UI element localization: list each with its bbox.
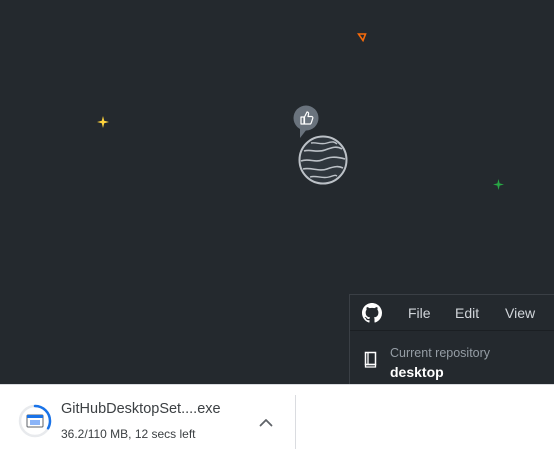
menu-file[interactable]: File <box>408 295 431 330</box>
github-desktop-window: File Edit View Current repository deskto… <box>349 294 554 384</box>
github-octocat-icon[interactable] <box>362 303 382 323</box>
current-repository-label: Current repository <box>390 346 491 360</box>
download-options-button[interactable] <box>254 411 278 433</box>
repository-icon <box>364 351 377 368</box>
current-repository-button[interactable]: Current repository desktop <box>350 331 554 384</box>
chevron-up-icon <box>259 418 273 426</box>
download-shelf: GitHubDesktopSet....exe 36.2/110 MB, 12 … <box>0 384 554 454</box>
planet-icon <box>298 135 348 185</box>
menu-view[interactable]: View <box>505 295 535 330</box>
download-status: 36.2/110 MB, 12 secs left <box>61 427 196 441</box>
installer-file-icon <box>26 414 44 428</box>
triangle-orange-icon <box>357 33 367 42</box>
shelf-divider <box>295 395 296 449</box>
download-file-name: GitHubDesktopSet....exe <box>61 401 221 417</box>
download-progress-ring <box>18 404 52 438</box>
download-item[interactable]: GitHubDesktopSet....exe 36.2/110 MB, 12 … <box>0 385 296 454</box>
sparkle-green-icon <box>493 179 504 190</box>
sparkle-yellow-icon <box>97 116 109 128</box>
menu-edit[interactable]: Edit <box>455 295 479 330</box>
current-repository-name: desktop <box>390 364 444 380</box>
menu-bar: File Edit View <box>350 295 554 331</box>
welcome-background: File Edit View Current repository deskto… <box>0 0 554 384</box>
